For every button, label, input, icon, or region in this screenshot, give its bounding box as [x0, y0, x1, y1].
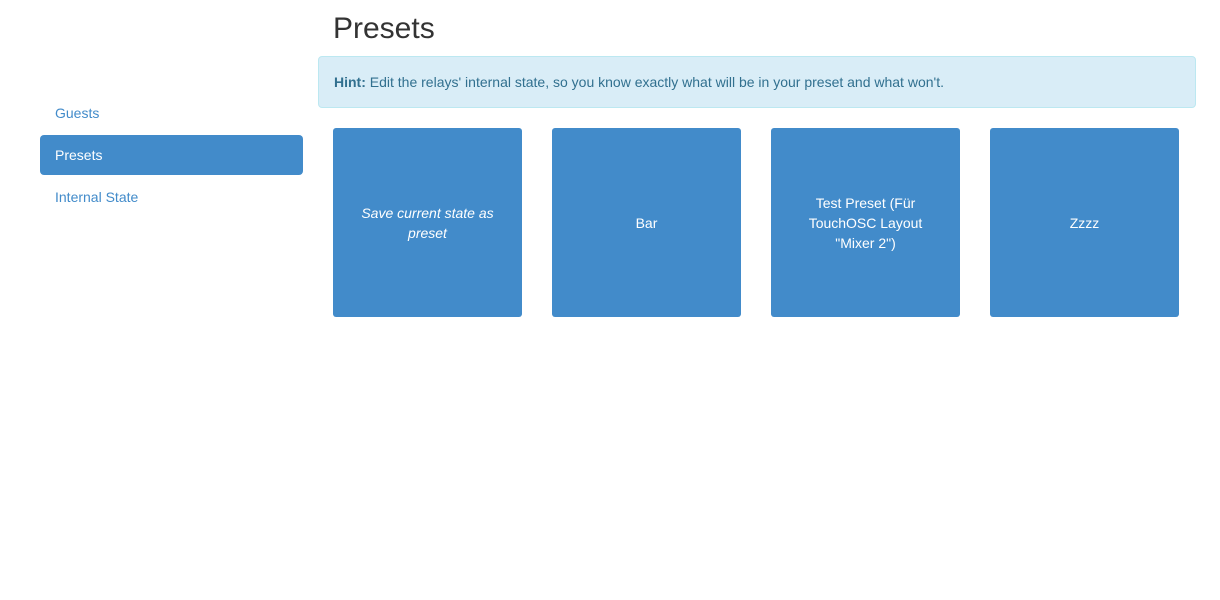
sidebar-item-internal-state[interactable]: Internal State [40, 177, 303, 217]
preset-tile-zzzz[interactable]: Zzzz [990, 128, 1179, 317]
hint-alert: Hint: Edit the relays' internal state, s… [318, 56, 1196, 108]
sidebar-item-guests[interactable]: Guests [40, 93, 303, 133]
preset-tile-test-preset[interactable]: Test Preset (Für TouchOSC Layout "Mixer … [771, 128, 960, 317]
page-title: Presets [333, 12, 435, 45]
hint-label: Hint: [334, 74, 366, 90]
save-preset-button[interactable]: Save current state as preset [333, 128, 522, 317]
hint-text: Edit the relays' internal state, so you … [369, 74, 944, 90]
sidebar-nav: Guests Presets Internal State [40, 93, 303, 219]
preset-tile-bar[interactable]: Bar [552, 128, 741, 317]
sidebar-item-presets[interactable]: Presets [40, 135, 303, 175]
